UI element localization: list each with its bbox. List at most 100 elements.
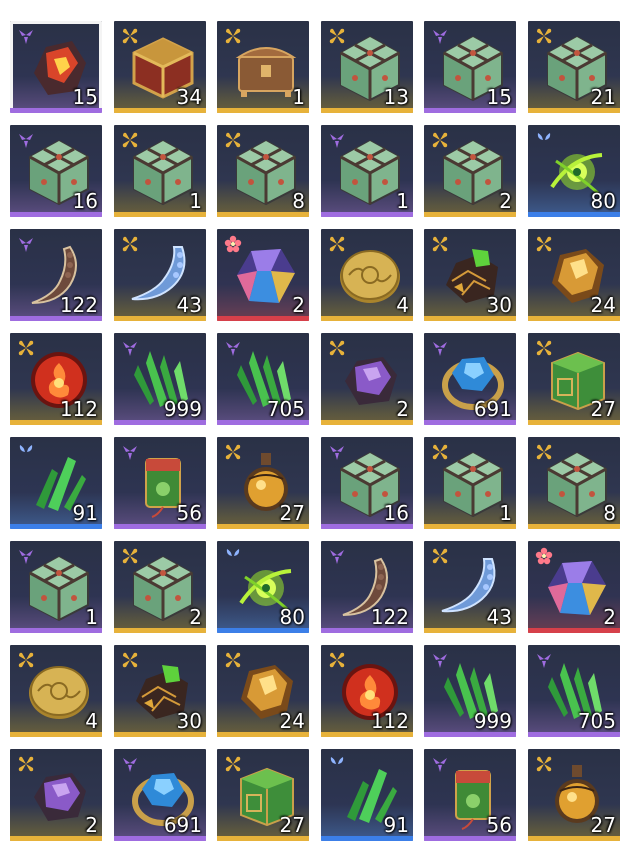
item-quantity: 8 [603, 501, 616, 525]
inventory-slot[interactable]: 13 [321, 21, 413, 113]
inventory-slot[interactable]: 122 [10, 229, 102, 321]
inventory-slot[interactable]: 2 [321, 333, 413, 425]
item-quantity: 34 [176, 85, 202, 109]
item-quantity: 56 [176, 501, 202, 525]
inventory-slot[interactable]: 705 [217, 333, 309, 425]
rarity-bar [424, 108, 516, 113]
item-quantity: 705 [577, 709, 616, 733]
inventory-slot[interactable]: 122 [321, 541, 413, 633]
inventory-slot[interactable]: 4 [10, 645, 102, 737]
inventory-slot[interactable]: 691 [114, 749, 206, 841]
rarity-bar [424, 316, 516, 321]
inventory-slot[interactable]: 999 [424, 645, 516, 737]
rarity-bar [528, 212, 620, 217]
inventory-slot[interactable]: 15 [424, 21, 516, 113]
inventory-slot[interactable]: 8 [217, 125, 309, 217]
inventory-slot[interactable]: 27 [217, 749, 309, 841]
inventory-slot[interactable]: 4 [321, 229, 413, 321]
inventory-slot[interactable]: 2 [424, 125, 516, 217]
rarity-bar [10, 420, 102, 425]
inventory-slot[interactable]: 80 [528, 125, 620, 217]
inventory-slot[interactable]: 8 [528, 437, 620, 529]
inventory-slot[interactable]: 2 [528, 541, 620, 633]
rarity-gold-icon [120, 26, 140, 46]
rarity-blue-icon [534, 130, 554, 150]
inventory-slot[interactable]: 705 [528, 645, 620, 737]
inventory-slot[interactable]: 24 [528, 229, 620, 321]
inventory-slot[interactable]: 27 [217, 437, 309, 529]
inventory-slot[interactable]: 2 [217, 229, 309, 321]
item-quantity: 1 [499, 501, 512, 525]
item-quantity: 2 [499, 189, 512, 213]
inventory-slot[interactable]: 16 [10, 125, 102, 217]
item-quantity: 4 [396, 293, 409, 317]
rarity-gold-icon [327, 234, 347, 254]
item-quantity: 27 [279, 501, 305, 525]
rarity-bar [321, 108, 413, 113]
item-quantity: 999 [473, 709, 512, 733]
rarity-bar [321, 212, 413, 217]
rarity-purple-icon [327, 442, 347, 462]
inventory-grid: 15 34 1 13 15 21 16 1 8 1 2 80 122 43 2 … [0, 0, 633, 850]
item-quantity: 43 [176, 293, 202, 317]
rarity-blue-icon [223, 546, 243, 566]
item-quantity: 13 [383, 85, 409, 109]
inventory-slot[interactable]: 21 [528, 21, 620, 113]
inventory-slot[interactable]: 27 [528, 749, 620, 841]
rarity-purple-icon [534, 650, 554, 670]
inventory-slot[interactable]: 91 [10, 437, 102, 529]
inventory-slot[interactable]: 1 [10, 541, 102, 633]
inventory-slot[interactable]: 691 [424, 333, 516, 425]
rarity-bar [217, 732, 309, 737]
inventory-slot[interactable]: 16 [321, 437, 413, 529]
inventory-slot[interactable]: 2 [10, 749, 102, 841]
item-quantity: 27 [590, 813, 616, 837]
inventory-slot[interactable]: 80 [217, 541, 309, 633]
item-quantity: 691 [473, 397, 512, 421]
inventory-slot[interactable]: 56 [114, 437, 206, 529]
inventory-slot[interactable]: 1 [217, 21, 309, 113]
rarity-bar [528, 108, 620, 113]
item-quantity: 15 [486, 85, 512, 109]
item-quantity: 15 [72, 85, 98, 109]
inventory-slot[interactable]: 43 [424, 541, 516, 633]
inventory-slot[interactable]: 2 [114, 541, 206, 633]
rarity-bar [10, 108, 102, 113]
item-quantity: 27 [590, 397, 616, 421]
inventory-slot[interactable]: 112 [10, 333, 102, 425]
rarity-bar [217, 628, 309, 633]
item-quantity: 1 [292, 85, 305, 109]
inventory-slot[interactable]: 43 [114, 229, 206, 321]
rarity-bar [10, 316, 102, 321]
inventory-slot[interactable]: 1 [424, 437, 516, 529]
rarity-gold-icon [223, 130, 243, 150]
item-quantity: 2 [85, 813, 98, 837]
item-quantity: 80 [279, 605, 305, 629]
inventory-slot[interactable]: 112 [321, 645, 413, 737]
item-quantity: 2 [603, 605, 616, 629]
inventory-slot[interactable]: 24 [217, 645, 309, 737]
inventory-slot[interactable]: 15 [10, 21, 102, 113]
rarity-bar [114, 212, 206, 217]
inventory-slot[interactable]: 1 [321, 125, 413, 217]
item-quantity: 2 [292, 293, 305, 317]
rarity-gold-icon [534, 234, 554, 254]
item-quantity: 21 [590, 85, 616, 109]
item-quantity: 705 [266, 397, 305, 421]
inventory-slot[interactable]: 30 [114, 645, 206, 737]
inventory-slot[interactable]: 27 [528, 333, 620, 425]
inventory-slot[interactable]: 91 [321, 749, 413, 841]
item-quantity: 1 [189, 189, 202, 213]
inventory-slot[interactable]: 34 [114, 21, 206, 113]
inventory-slot[interactable]: 30 [424, 229, 516, 321]
inventory-slot[interactable]: 999 [114, 333, 206, 425]
rarity-gold-icon [16, 650, 36, 670]
rarity-bar [217, 212, 309, 217]
rarity-gold-icon [327, 650, 347, 670]
rarity-bar [321, 732, 413, 737]
rarity-gold-icon [534, 442, 554, 462]
rarity-gold-icon [327, 338, 347, 358]
inventory-slot[interactable]: 56 [424, 749, 516, 841]
rarity-gold-icon [223, 650, 243, 670]
inventory-slot[interactable]: 1 [114, 125, 206, 217]
